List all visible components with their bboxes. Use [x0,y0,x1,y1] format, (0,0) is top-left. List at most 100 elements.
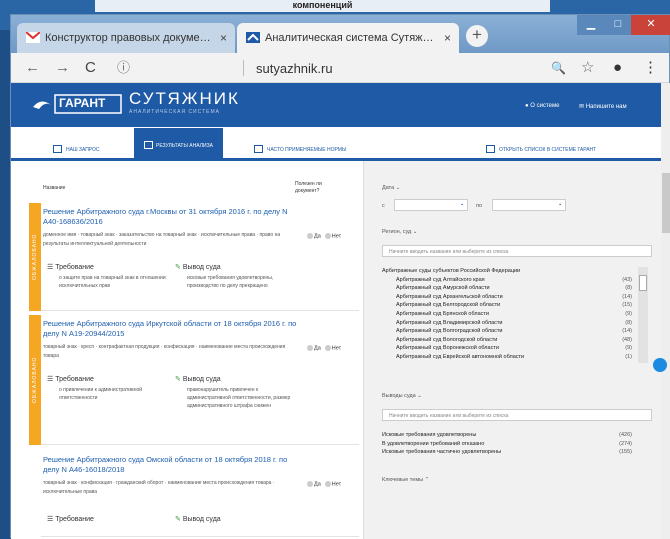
gavel-icon: ✎ [175,376,183,383]
region-court-label[interactable]: Регион, суд ⌄ [382,229,417,235]
result-card: Решение Арбитражного суда Омской области… [41,451,359,537]
column-name: Название [43,185,66,191]
yes-radio[interactable] [307,481,313,487]
app-subnav: НАШ ЗАПРОС РЕЗУЛЬТАТЫ АНАЛИЗА ЧАСТО ПРИМ… [11,127,661,161]
date-to-input[interactable]: ▪ [492,199,566,211]
court-conclusion-block: ✎ Вывод суда [175,516,221,523]
outcome-item[interactable]: Исковые требования частично удовлетворен… [382,448,632,457]
logo-text: ГАРАНТ [59,96,106,110]
close-tab-icon[interactable]: × [444,31,451,45]
court-item[interactable]: Арбитражный суд Алтайского края (43) [382,276,632,285]
useful-toggle[interactable]: Да Нет [303,481,341,487]
background-caption: компоненций [95,0,550,12]
tab-our-request[interactable]: НАШ ЗАПРОС [53,145,100,153]
write-us-link[interactable]: ✉ Напишите нам [579,103,627,110]
useful-toggle[interactable]: Да Нет [303,345,341,351]
scroll-thumb[interactable] [639,275,647,291]
court-item[interactable]: Арбитражный суд Владимирской области (8) [382,319,632,328]
tab-sutyazhnik[interactable]: Аналитическая система Сутяж… × [237,23,459,53]
result-card: ОБЖАЛОВАНО Решение Арбитражного суда г.М… [29,203,359,311]
outcome-item[interactable]: Исковые требования удовлетворены (426) [382,431,632,440]
no-radio[interactable] [324,345,331,351]
court-conclusion-block: ✎ Вывод суда правонарушитель привлечен к … [175,376,291,409]
date-to-label: по [476,203,483,209]
page-scrollbar[interactable] [661,83,670,539]
appealed-stripe: ОБЖАЛОВАНО [29,203,41,311]
tab-constructor[interactable]: Конструктор правовых докуме… × [17,23,235,53]
cursor-marker [653,358,667,372]
gmail-like-icon [26,32,40,43]
about-link[interactable]: ● О системе [525,103,559,109]
zoom-icon[interactable]: 🔍 [551,59,566,77]
url-field[interactable]: sutyazhnik.ru [256,61,333,76]
keywords-toggle[interactable]: Ключевые темы ⌃ [382,477,429,483]
date-filter-label[interactable]: Дата ⌄ [382,185,400,191]
account-icon[interactable]: ● [613,59,622,77]
requirement-icon: ☰ [47,516,56,523]
outcome-search-input[interactable]: Начните вводить название или выберите из… [382,409,652,421]
bookmark-star-icon[interactable]: ☆ [581,59,594,77]
appealed-stripe: ОБЖАЛОВАНО [29,315,41,445]
court-list-scrollbar[interactable] [638,267,648,363]
browser-window: Конструктор правовых докуме… × Аналитиче… [10,14,670,539]
results-panel: Название Полезен ли документ? ОБЖАЛОВАНО… [11,161,363,539]
court-search-input[interactable]: Начните вводить название или выберите из… [382,245,652,257]
requirement-block: ☰ Требование о привлечении к администрати… [47,376,143,401]
column-useful: Полезен ли документ? [295,181,322,194]
tab-open-in-garant[interactable]: ОТКРЫТЬ СПИСОК В СИСТЕМЕ ГАРАНТ [486,145,596,153]
case-title-link[interactable]: Решение Арбитражного суда Иркутской обла… [43,319,298,339]
tab-title: Конструктор правовых докуме… [45,32,211,44]
court-conclusion-block: ✎ Вывод суда исковые требования удовлетво… [175,264,274,289]
court-item[interactable]: Арбитражный суд Еврейской автономной обл… [382,353,632,362]
gavel-icon: ✎ [175,516,183,523]
minimize-button[interactable]: ▁ [577,15,605,35]
outcome-list: Исковые требования удовлетворены (426) В … [382,431,632,457]
court-item[interactable]: Арбитражный суд Архангельской области (14… [382,293,632,302]
case-title-link[interactable]: Решение Арбитражного суда г.Москвы от 31… [43,207,298,227]
yes-radio[interactable] [307,233,313,239]
case-tags: товарный знак · конфискация · граждански… [43,480,275,495]
brand-title: СУТЯЖНИК [129,89,240,108]
court-group[interactable]: Арбитражные суды субъектов Российской Фе… [382,267,632,276]
mail-icon: ✉ [579,104,586,110]
garant-tab-icon [246,32,260,43]
court-list: Арбитражные суды субъектов Российской Фе… [382,267,632,362]
yes-radio[interactable] [307,345,313,351]
court-item[interactable]: Арбитражный суд Амурской области (8) [382,284,632,293]
requirement-block: ☰ Требование [47,516,94,523]
court-item[interactable]: Арбитражный суд Волгоградской области (14… [382,327,632,336]
tab-analysis-results[interactable]: РЕЗУЛЬТАТЫ АНАЛИЗА [134,128,223,158]
page-scroll-thumb[interactable] [662,173,670,233]
date-from-input[interactable]: ▪ [394,199,468,211]
court-item[interactable]: Арбитражный суд Брянской области (9) [382,310,632,319]
new-tab-button[interactable]: + [466,25,488,47]
no-radio[interactable] [324,233,331,239]
useful-toggle[interactable]: Да Нет [303,233,341,239]
brand-subtitle: АНАЛИТИЧЕСКАЯ СИСТЕМА [129,109,220,115]
maximize-button[interactable]: □ [605,15,631,35]
gavel-icon: ✎ [175,264,183,271]
app-header: ГАРАНТ СУТЯЖНИК АНАЛИТИЧЕСКАЯ СИСТЕМА ● … [11,83,661,127]
address-bar: ← → C ⓘ sutyazhnik.ru 🔍 ☆ ● ⋮ [11,53,669,83]
menu-icon[interactable]: ⋮ [643,59,658,77]
close-window-button[interactable]: ✕ [631,15,670,35]
no-radio[interactable] [324,481,331,487]
close-tab-icon[interactable]: × [220,31,227,45]
site-info-icon[interactable]: ⓘ [117,59,130,77]
requirement-icon: ☰ [47,376,56,383]
reload-button[interactable]: C [85,59,96,77]
court-item[interactable]: Арбитражный суд Вологодской области (48) [382,336,632,345]
court-item[interactable]: Арбитражный суд Воронежской области (9) [382,344,632,353]
tab-frequent-norms[interactable]: ЧАСТО ПРИМЕНЯЕМЫЕ НОРМЫ [254,145,346,153]
case-title-link[interactable]: Решение Арбитражного суда Омской области… [43,455,298,475]
case-tags: товарный знак · кресп · контрафактная пр… [43,344,286,359]
forward-button[interactable]: → [55,59,70,77]
outcomes-label[interactable]: Выводы суда ⌄ [382,393,422,399]
court-item[interactable]: Арбитражный суд Белгородской области (15) [382,301,632,310]
outcome-item[interactable]: В удовлетворении требований отказано (274… [382,440,632,449]
back-button[interactable]: ← [25,59,40,77]
requirement-icon: ☰ [47,264,56,271]
result-card: ОБЖАЛОВАНО Решение Арбитражного суда Ирк… [29,315,359,445]
edit-icon [53,145,62,153]
list-icon [144,141,153,149]
